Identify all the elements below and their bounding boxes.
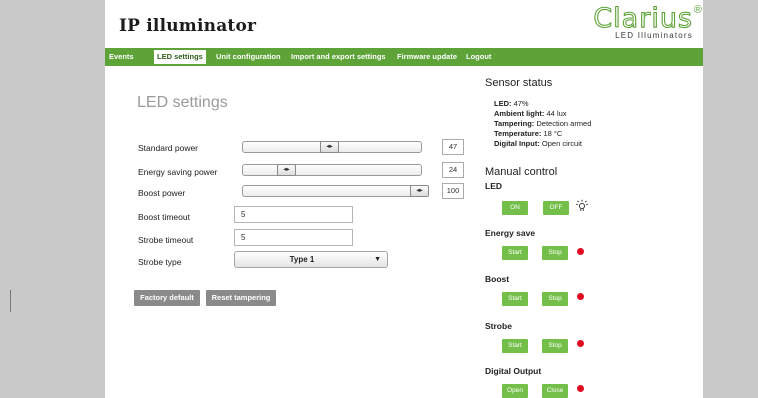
boost-power-value[interactable]: 100 [442,183,464,199]
light-bulb-icon [575,199,589,211]
slider-thumb[interactable]: ◂▸ [320,141,339,153]
status-ambient-light: Ambient light: 44 lux [494,109,567,118]
strobe-timeout-label: Strobe timeout [138,235,194,245]
boost-power-label: Boost power [138,188,186,198]
energy-save-label: Energy save [485,228,536,238]
nav-unit-configuration[interactable]: Unit configuration [216,50,281,64]
status-temperature: Temperature: 18 °C [494,129,563,138]
strobe-type-select[interactable]: Type 1 ▼ [234,251,388,268]
window-edge-mark [10,290,11,312]
status-led: LED: 47% [494,99,529,108]
status-digital-input: Digital Input: Open circuit [494,139,582,148]
standard-power-slider[interactable]: ◂▸ [242,141,422,153]
reset-tampering-button[interactable]: Reset tampering [206,290,276,306]
page-container: IP illuminator Clarius ® LED Illuminator… [105,0,703,398]
slider-thumb[interactable]: ◂▸ [410,185,429,197]
boost-timeout-input[interactable]: 5 [234,206,353,223]
strobe-stop-button[interactable]: Stop [542,339,568,353]
strobe-type-value: Type 1 [289,255,315,264]
strobe-timeout-input[interactable]: 5 [234,229,353,246]
header: IP illuminator Clarius ® LED Illuminator… [105,0,703,48]
nav-led-settings[interactable]: LED settings [154,50,206,64]
nav-events[interactable]: Events [109,50,134,64]
boost-power-slider[interactable]: ◂▸ [242,185,429,197]
standard-power-value[interactable]: 47 [442,139,464,155]
nav-logout[interactable]: Logout [466,50,491,64]
energy-save-start-button[interactable]: Start [502,246,528,260]
digital-output-open-button[interactable]: Open [502,384,528,398]
energy-saving-power-slider[interactable]: ◂▸ [242,164,422,176]
led-control-label: LED [485,181,502,191]
energy-saving-power-value[interactable]: 24 [442,162,464,178]
main-nav: Events LED settings Unit configuration I… [105,48,703,66]
status-tampering: Tampering: Detection armed [494,119,592,128]
energy-save-stop-button[interactable]: Stop [542,246,568,260]
strobe-label: Strobe [485,321,512,331]
digital-output-close-button[interactable]: Close [542,384,568,398]
digital-output-label: Digital Output [485,366,542,376]
logo-registered-mark: ® [693,4,702,16]
led-on-button[interactable]: ON [502,201,528,215]
dropdown-arrow-icon: ▼ [374,256,381,263]
clarius-logo: Clarius ® LED Illuminators [593,3,702,40]
strobe-type-label: Strobe type [138,257,182,267]
slider-thumb[interactable]: ◂▸ [277,164,296,176]
factory-default-button[interactable]: Factory default [134,290,200,306]
energy-saving-power-label: Energy saving power [138,167,218,177]
digital-output-status-indicator [577,385,584,392]
manual-control-heading: Manual control [485,166,558,178]
nav-firmware-update[interactable]: Firmware update [397,50,457,64]
sensor-status-heading: Sensor status [485,77,553,89]
energy-save-status-indicator [577,248,584,255]
boost-status-indicator [577,293,584,300]
logo-wordmark: Clarius [593,3,693,34]
strobe-status-indicator [577,340,584,347]
boost-label: Boost [485,274,510,284]
boost-start-button[interactable]: Start [502,292,528,306]
app-title: IP illuminator [119,16,257,36]
boost-timeout-label: Boost timeout [138,212,190,222]
led-settings-heading: LED settings [137,94,228,111]
standard-power-label: Standard power [138,143,199,153]
nav-import-export-settings[interactable]: Import and export settings [291,50,386,64]
strobe-start-button[interactable]: Start [502,339,528,353]
led-off-button[interactable]: OFF [543,201,569,215]
boost-stop-button[interactable]: Stop [542,292,568,306]
